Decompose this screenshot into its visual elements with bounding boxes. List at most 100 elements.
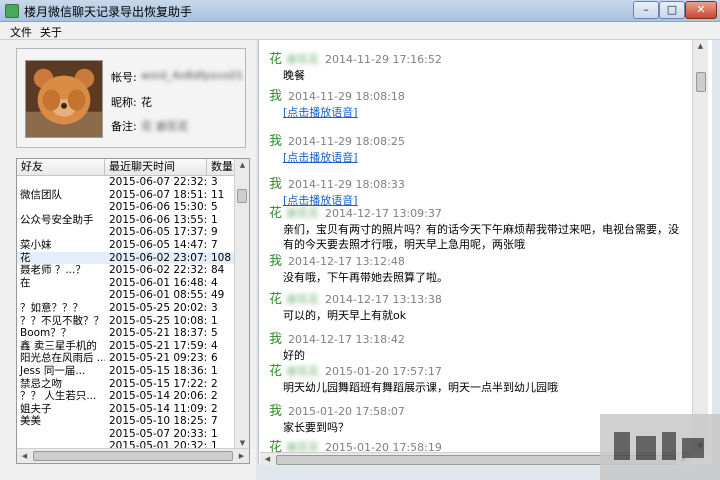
contact-list-hscrollbar[interactable]: ◀ ▶ — [17, 448, 249, 463]
maximize-icon: □ — [666, 3, 678, 16]
table-row[interactable]: 花 2015-06-02 23:07:06 108 — [17, 251, 235, 265]
account-label: 帐号: — [111, 71, 137, 84]
column-header-count[interactable]: 数量 — [207, 159, 235, 176]
message-timestamp: 2014-12-17 13:13:38 — [325, 293, 442, 306]
scroll-thumb[interactable] — [33, 451, 233, 461]
scroll-thumb[interactable] — [237, 189, 247, 203]
column-header-friend[interactable]: 好友 — [17, 159, 105, 176]
table-row[interactable]: 2015-06-05 17:37:08 9 — [17, 226, 235, 239]
contact-time: 2015-06-02 23:07:06 — [109, 251, 207, 264]
table-row[interactable]: 在 2015-06-01 16:48:32 4 — [17, 277, 235, 290]
table-row[interactable]: Boom？？ 2015-05-21 18:37:34 5 — [17, 327, 235, 340]
contact-count: 3 — [211, 301, 218, 314]
contact-time: 2015-06-06 13:55:26 — [109, 213, 207, 226]
remark-label: 备注: — [111, 120, 137, 133]
contact-count: 2 — [211, 390, 218, 403]
message-sender: 花 — [269, 364, 283, 379]
scroll-up-icon[interactable]: ▲ — [235, 161, 249, 169]
minimize-icon: – — [643, 3, 649, 16]
contact-time: 2015-05-07 20:33:34 — [109, 427, 207, 440]
scroll-left-icon[interactable]: ◀ — [17, 452, 32, 460]
contact-name: 鑫 卖三星手机的 — [20, 339, 97, 352]
column-header-last-chat[interactable]: 最近聊天时间 — [105, 159, 207, 176]
contact-list-vscrollbar[interactable]: ▲ ▼ — [234, 159, 249, 449]
contact-name: 在 — [20, 276, 31, 289]
contact-count: 1 — [211, 427, 218, 440]
left-panel: 帐号: wxid_4o8dfpxvs01 昵称: 花 备注: 花 谢花花 好友 … — [0, 40, 256, 480]
table-row[interactable]: ？？不见不散？？ 2015-05-25 10:08:28 1 — [17, 315, 235, 328]
contact-count: 11 — [211, 188, 225, 201]
contact-name: 阳光总在风雨后 ... — [20, 352, 105, 365]
close-button[interactable]: ✕ — [685, 1, 717, 19]
contact-time: 2015-05-25 10:08:28 — [109, 314, 207, 327]
maximize-button[interactable]: □ — [659, 1, 685, 19]
menu-about[interactable]: 关于 — [40, 24, 62, 40]
window-title: 楼月微信聊天记录导出恢复助手 — [24, 5, 193, 19]
contact-time: 2015-05-15 18:36:08 — [109, 364, 207, 377]
chat-history-panel[interactable]: 花谢花花 2014-11-29 17:16:52 晚餐我 2014-11-29 18:… — [258, 40, 712, 464]
table-row[interactable]: 禁忌之吻 2015-05-15 17:22:42 2 — [17, 378, 235, 391]
scroll-right-icon[interactable]: ▶ — [234, 452, 249, 460]
message-sender: 花 — [269, 206, 283, 221]
scroll-down-icon[interactable]: ▼ — [235, 439, 249, 447]
contact-name: 花 — [20, 251, 31, 264]
contact-count: 108 — [211, 251, 232, 264]
table-row[interactable]: 2015-06-06 15:30:48 5 — [17, 201, 235, 214]
contact-list[interactable]: 好友 最近聊天时间 数量 2015-06-07 22:32:113微信团队201… — [16, 158, 250, 464]
message-timestamp: 2014-11-29 18:08:33 — [288, 178, 405, 191]
table-row[interactable]: ？？ 人生若只... 2015-05-14 20:06:57 2 — [17, 390, 235, 403]
table-row[interactable]: 聂老师 ？...？ 2015-06-02 22:32:22 84 — [17, 264, 235, 277]
table-row[interactable]: 公众号安全助手 2015-06-06 13:55:26 1 — [17, 214, 235, 227]
table-row[interactable]: 鑫 卖三星手机的 2015-05-21 17:59:01 4 — [17, 340, 235, 353]
nickname-value: 花 — [141, 96, 152, 109]
table-row[interactable]: 菜小妹 2015-06-05 14:47:35 7 — [17, 239, 235, 252]
contact-time: 2015-05-21 17:59:01 — [109, 339, 207, 352]
play-voice-link[interactable]: [点击播放语音] — [283, 106, 358, 119]
contact-name: 菜小妹 — [20, 238, 52, 251]
contact-time: 2015-06-06 15:30:48 — [109, 201, 207, 214]
chat-vscrollbar[interactable]: ▲ ▼ — [692, 40, 708, 452]
scroll-thumb[interactable] — [696, 72, 706, 92]
contact-time: 2015-06-02 22:32:22 — [109, 264, 207, 277]
contact-count: 7 — [211, 238, 218, 251]
contact-count: 4 — [211, 339, 218, 352]
contact-count: 1 — [211, 314, 218, 327]
remark-value: 花 谢花花 — [141, 120, 189, 133]
message-header: 我 2014-11-29 18:08:33 — [269, 173, 689, 192]
contact-time: 2015-06-05 14:47:35 — [109, 238, 207, 251]
contact-count: 5 — [211, 327, 218, 340]
contact-time: 2015-05-21 09:23:42 — [109, 352, 207, 365]
table-row[interactable]: 姐夫子 2015-05-14 11:09:23 2 — [17, 403, 235, 416]
message-sender: 我 — [269, 404, 283, 419]
message-text: 晚餐 — [283, 69, 305, 82]
contact-time: 2015-06-01 16:48:32 — [109, 276, 207, 289]
table-row[interactable]: 2015-05-07 20:33:34 1 — [17, 428, 235, 441]
table-row[interactable]: 微信团队 2015-06-07 18:51:08 11 — [17, 189, 235, 202]
contact-time: 2015-06-01 08:55:55 — [109, 289, 207, 302]
message-timestamp: 2014-11-29 18:08:25 — [288, 135, 405, 148]
contact-list-header: 好友 最近聊天时间 数量 — [17, 159, 235, 176]
table-row[interactable]: Jess 同一届... 2015-05-15 18:36:08 1 — [17, 365, 235, 378]
table-row[interactable]: 阳光总在风雨后 ... 2015-05-21 09:23:42 6 — [17, 352, 235, 365]
message-sender: 我 — [269, 254, 283, 269]
scroll-left-icon[interactable]: ◀ — [260, 455, 275, 463]
table-row[interactable]: 2015-06-07 22:32:11 3 — [17, 176, 235, 189]
menu-file[interactable]: 文件 — [10, 24, 32, 40]
minimize-button[interactable]: – — [633, 1, 659, 19]
table-row[interactable]: 美美 2015-05-10 18:25:30 7 — [17, 415, 235, 428]
table-row[interactable]: 2015-06-01 08:55:55 49 — [17, 289, 235, 302]
watermark — [600, 414, 720, 480]
message-header: 我 2014-11-29 18:08:18 — [269, 85, 689, 104]
play-voice-link[interactable]: [点击播放语音] — [283, 151, 358, 164]
contact-name: ？？ 人生若只... — [20, 390, 97, 403]
message-sender-remark: 谢花花 — [286, 293, 320, 306]
contact-count: 2 — [211, 402, 218, 415]
contact-count: 5 — [211, 201, 218, 214]
table-row[interactable]: ？如意？？？ 2015-05-25 20:02:54 3 — [17, 302, 235, 315]
contact-count: 1 — [211, 364, 218, 377]
chat-message: 花谢花花 2014-12-17 13:13:38 可以的，明天早上有就ok — [269, 288, 689, 323]
scroll-up-icon[interactable]: ▲ — [693, 42, 708, 50]
message-sender: 我 — [269, 332, 283, 347]
message-timestamp: 2014-12-17 13:09:37 — [325, 207, 442, 220]
message-timestamp: 2015-01-20 17:57:17 — [325, 365, 442, 378]
